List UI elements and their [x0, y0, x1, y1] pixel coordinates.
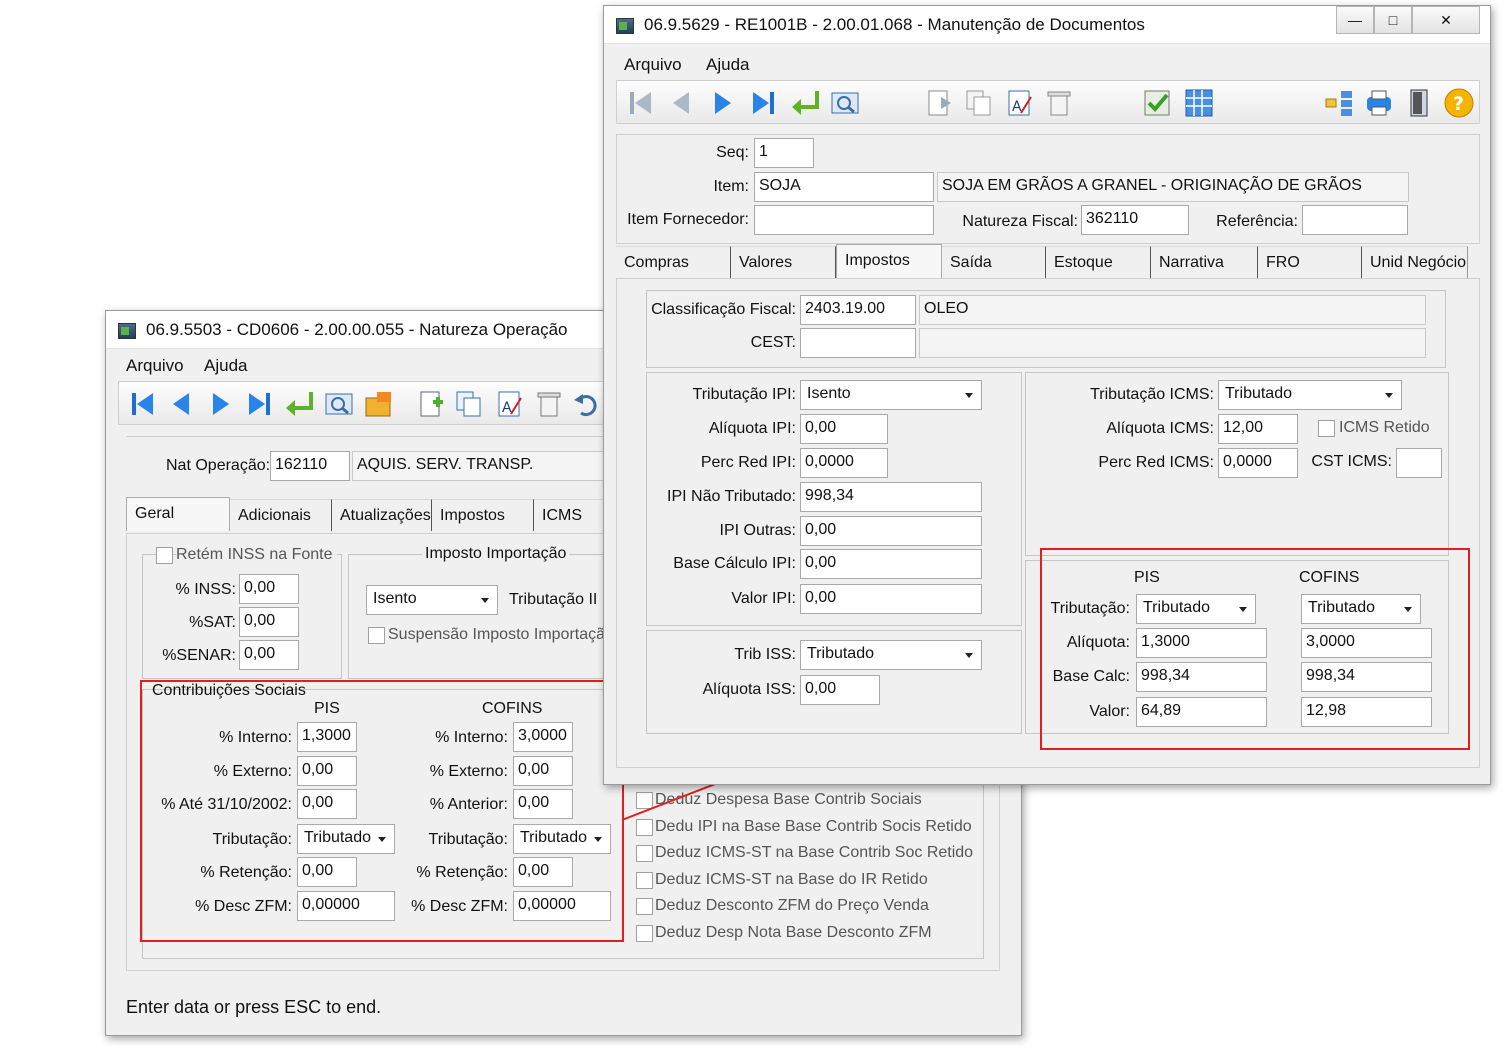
- title-bar[interactable]: 06.9.5629 - RE1001B - 2.00.01.068 - Manu…: [604, 6, 1490, 44]
- ipi-aliq-label: Alíquota IPI:: [708, 420, 796, 437]
- icms-red-label: Perc Red ICMS:: [1098, 454, 1214, 471]
- ipi-red-field[interactable]: 0,0000: [800, 448, 888, 478]
- help-icon[interactable]: ?: [1443, 87, 1475, 119]
- cest-code-field[interactable]: [800, 328, 916, 358]
- first-record-icon[interactable]: [625, 87, 657, 119]
- next-record-icon[interactable]: [707, 87, 739, 119]
- edit-document-icon[interactable]: A: [1003, 87, 1035, 119]
- previous-record-icon[interactable]: [665, 87, 697, 119]
- seq-field[interactable]: 1: [754, 138, 814, 168]
- tab-narrativa[interactable]: Narrativa: [1151, 246, 1258, 278]
- cest-label: CEST:: [750, 334, 796, 351]
- item-label: Item:: [713, 178, 749, 195]
- manutencao-documentos-window: 06.9.5629 - RE1001B - 2.00.01.068 - Manu…: [603, 5, 1491, 785]
- cst-icms-field[interactable]: [1396, 448, 1442, 478]
- chevron-down-icon: [965, 393, 973, 398]
- natureza-fiscal-field[interactable]: 362110: [1081, 205, 1189, 235]
- window-title: 06.9.5629 - RE1001B - 2.00.01.068 - Manu…: [644, 15, 1145, 34]
- chevron-down-icon: [1385, 393, 1393, 398]
- copy-icon[interactable]: [963, 87, 995, 119]
- tab-label: Impostos: [845, 252, 910, 269]
- grid-icon[interactable]: [1183, 87, 1215, 119]
- minimize-button[interactable]: —: [1336, 6, 1374, 34]
- print-icon[interactable]: [1363, 87, 1395, 119]
- add-document-icon[interactable]: [923, 87, 955, 119]
- tab-estoque[interactable]: Estoque: [1046, 246, 1151, 278]
- iss-trib-label: Trib ISS:: [734, 646, 796, 663]
- delete-icon[interactable]: [1043, 87, 1075, 119]
- ipi-valor-label: Valor IPI:: [731, 590, 796, 607]
- icms-red-field[interactable]: 0,0000: [1218, 448, 1298, 478]
- ipi-red-label: Perc Red IPI:: [700, 454, 796, 471]
- search-icon[interactable]: [829, 87, 861, 119]
- icms-retido-label: ICMS Retido: [1339, 419, 1430, 436]
- svg-text:?: ?: [1453, 93, 1464, 115]
- tab-label: FRO: [1266, 254, 1300, 271]
- class-fiscal-label: Classificação Fiscal:: [651, 301, 796, 318]
- ipi-outras-field[interactable]: 0,00: [800, 516, 982, 546]
- icms-trib-label: Tributação ICMS:: [1090, 386, 1214, 403]
- goto-icon[interactable]: [789, 87, 821, 119]
- combo-value: Tributado: [807, 645, 874, 662]
- tab-valores[interactable]: Valores: [731, 246, 836, 278]
- combo-value: Isento: [807, 385, 851, 402]
- seq-label: Seq:: [716, 144, 749, 161]
- class-fiscal-code-field[interactable]: 2403.19.00: [800, 295, 916, 325]
- iss-trib-combo[interactable]: Tributado: [800, 640, 982, 670]
- checklist-icon[interactable]: [1141, 87, 1173, 119]
- icms-aliq-label: Alíquota ICMS:: [1106, 420, 1214, 437]
- ipi-base-label: Base Cálculo IPI:: [673, 555, 796, 572]
- ipi-base-field[interactable]: 0,00: [800, 549, 982, 579]
- tab-label: Saída: [950, 254, 992, 271]
- toolbar: A ?: [616, 80, 1480, 124]
- item-fornecedor-field[interactable]: [754, 205, 934, 235]
- cest-desc-field: [919, 328, 1426, 358]
- tab-unid-negocio[interactable]: Unid Negócio: [1362, 246, 1468, 278]
- referencia-label: Referência:: [1216, 213, 1298, 230]
- icms-retido-checkbox[interactable]: [1318, 420, 1335, 437]
- tab-label: Narrativa: [1159, 254, 1224, 271]
- ipi-aliq-field[interactable]: 0,00: [800, 414, 888, 444]
- tab-label: Valores: [739, 254, 793, 271]
- ipi-outras-label: IPI Outras:: [719, 522, 796, 539]
- tab-compras[interactable]: Compras: [616, 246, 731, 278]
- natureza-fiscal-label: Natureza Fiscal:: [962, 213, 1078, 230]
- last-record-icon[interactable]: [747, 87, 779, 119]
- tab-saida[interactable]: Saída: [942, 246, 1046, 278]
- combo-value: Tributado: [1225, 385, 1292, 402]
- menu-ajuda[interactable]: Ajuda: [706, 55, 749, 75]
- icms-trib-combo[interactable]: Tributado: [1218, 380, 1402, 410]
- referencia-field[interactable]: [1302, 205, 1408, 235]
- close-button[interactable]: ✕: [1412, 6, 1480, 34]
- tab-label: Compras: [624, 254, 689, 271]
- pis-cofins-highlight: [1040, 548, 1470, 750]
- tab-label: Unid Negócio: [1370, 254, 1467, 271]
- exit-door-icon[interactable]: [1403, 87, 1435, 119]
- item-code-field[interactable]: SOJA: [754, 172, 934, 202]
- menu-bar: Arquivo Ajuda: [604, 52, 1490, 78]
- tree-icon[interactable]: [1323, 87, 1355, 119]
- icms-aliq-field[interactable]: 12,00: [1218, 414, 1298, 444]
- item-desc-field: SOJA EM GRÃOS A GRANEL - ORIGINAÇÃO DE G…: [937, 172, 1409, 202]
- iss-aliq-label: Alíquota ISS:: [702, 681, 796, 698]
- iss-aliq-field[interactable]: 0,00: [800, 675, 880, 705]
- ipi-nao-trib-field[interactable]: 998,34: [800, 482, 982, 512]
- ipi-nao-trib-label: IPI Não Tributado:: [667, 488, 796, 505]
- ipi-valor-field[interactable]: 0,00: [800, 584, 982, 614]
- maximize-button[interactable]: □: [1374, 6, 1412, 34]
- class-fiscal-desc-field: OLEO: [919, 295, 1426, 325]
- cst-icms-label: CST ICMS:: [1311, 453, 1392, 470]
- ipi-trib-label: Tributação IPI:: [692, 386, 796, 403]
- app-icon: [616, 18, 634, 34]
- item-fornecedor-label: Item Fornecedor:: [627, 211, 749, 228]
- tab-impostos[interactable]: Impostos: [836, 244, 942, 278]
- ipi-trib-combo[interactable]: Isento: [800, 380, 982, 410]
- chevron-down-icon: [965, 653, 973, 658]
- tab-label: Estoque: [1054, 254, 1113, 271]
- menu-arquivo[interactable]: Arquivo: [624, 55, 682, 75]
- tab-fro[interactable]: FRO: [1258, 246, 1362, 278]
- front-tabs: Compras Valores Impostos Saída Estoque N…: [616, 244, 1468, 278]
